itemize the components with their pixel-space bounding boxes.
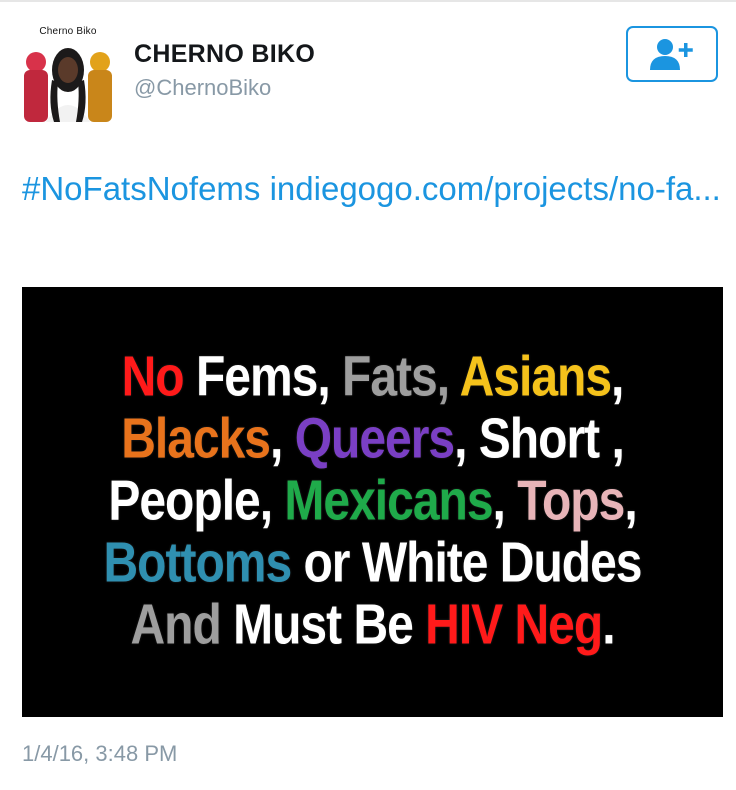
media-word: Queers	[294, 408, 455, 471]
media-word: , Short ,	[454, 408, 625, 471]
media-word: Fems,	[195, 346, 331, 409]
follow-button[interactable]	[626, 26, 718, 82]
media-word: ,	[492, 470, 506, 533]
media-word: Blacks	[121, 408, 271, 471]
top-divider	[0, 0, 736, 2]
media-word: or White Dudes	[303, 532, 642, 595]
media-word: .	[602, 594, 615, 657]
media-word: People,	[108, 470, 273, 533]
media-word: Mexicans	[284, 470, 493, 533]
media-word: Must Be	[233, 594, 414, 657]
author-display-name[interactable]: CHERNO BIKO	[134, 40, 315, 69]
url-link[interactable]: indiegogo.com/projects/no-fa...	[270, 170, 721, 207]
tweet-media-image[interactable]: No Fems, Fats, Asians, Blacks, Queers, S…	[22, 287, 723, 717]
media-word: ,	[270, 408, 283, 471]
media-word: ,	[611, 346, 624, 409]
hashtag-link[interactable]: #NoFatsNofems	[22, 170, 260, 207]
media-word: No	[121, 346, 185, 409]
media-word: Fats,	[342, 346, 450, 409]
media-word: Asians	[459, 346, 612, 409]
avatar-caption: Cherno Biko	[39, 26, 97, 37]
tweet-text: #NoFatsNofems indiegogo.com/projects/no-…	[22, 166, 722, 211]
author-handle[interactable]: @ChernoBiko	[134, 75, 271, 101]
media-word: Tops	[517, 470, 625, 533]
media-word: Bottoms	[103, 532, 292, 595]
media-line-5: And Must Be HIV Neg.	[130, 589, 615, 662]
add-user-icon	[650, 39, 693, 70]
tweet-timestamp[interactable]: 1/4/16, 3:48 PM	[22, 741, 177, 767]
media-word: ,	[624, 470, 637, 533]
avatar[interactable]: Cherno Biko	[22, 26, 114, 122]
media-word: HIV Neg	[425, 594, 603, 657]
media-word: And	[130, 594, 221, 657]
avatar-image	[24, 48, 112, 122]
